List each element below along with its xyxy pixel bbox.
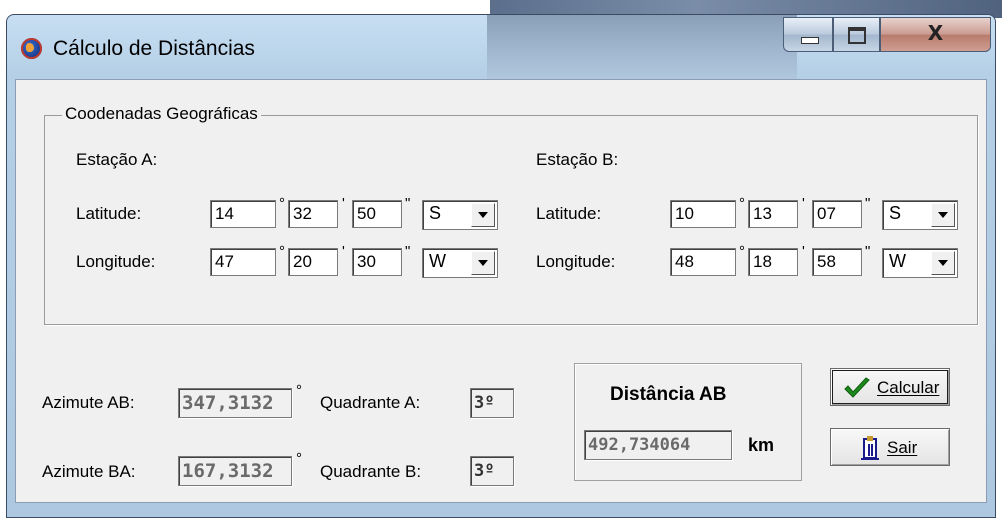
quadrante-a-value: 3º <box>470 388 514 418</box>
calcular-button-label: Calcular <box>877 378 940 397</box>
station-a-lat-minutes-input[interactable]: 32 <box>288 200 338 228</box>
degree-symbol: ° <box>739 195 745 212</box>
station-a-lat-hemisphere-value: S <box>429 203 442 223</box>
second-symbol: " <box>405 195 411 212</box>
quadrante-b-label: Quadrante B: <box>320 462 422 481</box>
caption-buttons: X <box>783 17 992 60</box>
station-a-lon-hemisphere-select[interactable]: W <box>422 248 498 278</box>
station-a-lat-seconds-input[interactable]: 50 <box>352 200 402 228</box>
station-b-latitude-label: Latitude: <box>536 204 602 223</box>
checkmark-icon <box>844 377 870 398</box>
sair-button[interactable]: Sair <box>830 428 950 466</box>
station-b-lon-hemisphere-select[interactable]: W <box>882 248 958 278</box>
station-b-lon-degrees-input[interactable]: 48 <box>670 248 736 276</box>
distance-value: 492,734064 <box>584 430 732 460</box>
coordinates-group-legend: Coodenadas Geográficas <box>62 104 261 124</box>
station-a-lon-degrees-input[interactable]: 47 <box>210 248 276 276</box>
distance-panel <box>574 363 802 481</box>
close-icon: X <box>927 21 944 45</box>
second-symbol: " <box>865 243 871 260</box>
station-a-lon-minutes-input[interactable]: 20 <box>288 248 338 276</box>
station-a-lat-hemisphere-select[interactable]: S <box>422 200 498 230</box>
degree-symbol: ° <box>296 450 302 467</box>
window-title: Cálculo de Distâncias <box>53 37 255 60</box>
azimute-ba-label: Azimute BA: <box>42 462 136 481</box>
distance-title: Distância AB <box>610 384 727 405</box>
client-area: Coodenadas Geográficas Estação A: Latitu… <box>15 79 987 503</box>
station-b-lat-seconds-input[interactable]: 07 <box>812 200 862 228</box>
degree-symbol: ° <box>279 195 285 212</box>
second-symbol: " <box>405 243 411 260</box>
second-symbol: " <box>865 195 871 212</box>
azimute-ab-value: 347,3132 <box>178 388 292 418</box>
station-b-lon-seconds-input[interactable]: 58 <box>812 248 862 276</box>
calcular-button[interactable]: Calcular <box>830 368 950 406</box>
station-b-lat-hemisphere-value: S <box>889 203 902 223</box>
station-b-longitude-label: Longitude: <box>536 252 616 271</box>
minimize-button[interactable] <box>783 17 833 52</box>
title-bar-shade <box>487 15 797 79</box>
chevron-down-icon[interactable] <box>471 251 495 275</box>
station-b-lon-minutes-input[interactable]: 18 <box>748 248 798 276</box>
minute-symbol: ' <box>342 195 345 212</box>
station-b-lat-minutes-input[interactable]: 13 <box>748 200 798 228</box>
station-a-heading: Estação A: <box>76 150 158 169</box>
maximize-icon <box>848 27 866 44</box>
quadrante-b-value: 3º <box>470 456 514 486</box>
station-a-latitude-label: Latitude: <box>76 204 142 223</box>
chevron-down-icon[interactable] <box>471 203 495 227</box>
station-b-lon-hemisphere-value: W <box>889 251 906 271</box>
azimute-ba-value: 167,3132 <box>178 456 292 486</box>
station-b-lat-hemisphere-select[interactable]: S <box>882 200 958 230</box>
azimute-ab-label: Azimute AB: <box>42 393 135 412</box>
station-a-lon-hemisphere-value: W <box>429 251 446 271</box>
minute-symbol: ' <box>342 243 345 260</box>
exit-door-icon <box>861 436 879 460</box>
station-b-heading: Estação B: <box>536 150 619 169</box>
station-a-lon-seconds-input[interactable]: 30 <box>352 248 402 276</box>
degree-symbol: ° <box>296 382 302 399</box>
main-window: Cálculo de Distâncias X Coodenadas Geogr… <box>6 14 996 518</box>
degree-symbol: ° <box>739 243 745 260</box>
close-button[interactable]: X <box>880 17 991 52</box>
sair-button-label: Sair <box>887 438 918 457</box>
distance-unit: km <box>748 435 775 455</box>
minimize-icon <box>801 37 819 44</box>
chevron-down-icon[interactable] <box>931 251 955 275</box>
chevron-down-icon[interactable] <box>931 203 955 227</box>
title-bar[interactable]: Cálculo de Distâncias X <box>7 15 995 79</box>
degree-symbol: ° <box>279 243 285 260</box>
maximize-button[interactable] <box>833 17 880 52</box>
station-b-lat-degrees-input[interactable]: 10 <box>670 200 736 228</box>
minute-symbol: ' <box>802 195 805 212</box>
globe-icon <box>21 38 42 59</box>
quadrante-a-label: Quadrante A: <box>320 393 421 412</box>
station-a-lat-degrees-input[interactable]: 14 <box>210 200 276 228</box>
station-a-longitude-label: Longitude: <box>76 252 156 271</box>
minute-symbol: ' <box>802 243 805 260</box>
